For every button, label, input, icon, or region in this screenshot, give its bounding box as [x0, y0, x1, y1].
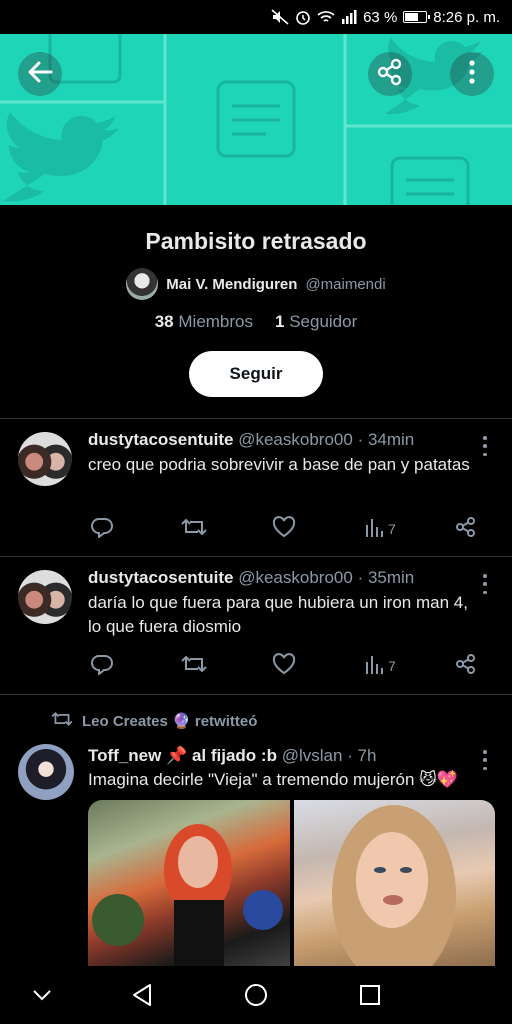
- followers-count: 1: [275, 312, 285, 331]
- share-icon: [454, 516, 478, 541]
- more-vertical-icon: [468, 59, 476, 90]
- tweet-text: creo que podria sobrevivir a base de pan…: [88, 455, 470, 474]
- followers-stat[interactable]: 1 Seguidor: [275, 312, 357, 332]
- nav-home-icon[interactable]: [244, 983, 268, 1012]
- tweet-author[interactable]: dustytacosentuite: [88, 430, 233, 449]
- tweet[interactable]: Leo Creates 🔮 retwitteó Toff_new 📌 al fi…: [0, 694, 512, 970]
- nav-back-icon[interactable]: [131, 983, 153, 1012]
- clock: 8:26 p. m.: [433, 8, 500, 26]
- follow-button[interactable]: Seguir: [189, 351, 323, 397]
- tweet-media[interactable]: [88, 800, 495, 970]
- like-button[interactable]: [272, 653, 296, 678]
- views-button[interactable]: 7: [364, 653, 396, 678]
- tweet-avatar[interactable]: [18, 432, 72, 486]
- tweet-handle: @lvslan: [281, 746, 343, 765]
- tweet-handle: @keaskobro00: [238, 568, 353, 587]
- battery-percent: 63 %: [363, 8, 398, 26]
- like-icon: [272, 516, 296, 541]
- tweet-more-button[interactable]: [482, 750, 488, 770]
- tweet-author[interactable]: dustytacosentuite: [88, 568, 233, 587]
- tweet-header: dustytacosentuite @keaskobro00 · 34min: [88, 430, 414, 450]
- tweet-actions: 7: [88, 516, 488, 540]
- nav-recents-icon[interactable]: [359, 984, 381, 1011]
- views-icon: [364, 516, 384, 541]
- tweet-handle: @keaskobro00: [238, 430, 353, 449]
- tweet-time: · 34min: [357, 430, 415, 449]
- list-title: Pambisito retrasado: [145, 228, 367, 254]
- alarm-icon: [295, 9, 311, 25]
- views-button[interactable]: 7: [364, 516, 396, 541]
- reply-button[interactable]: [90, 516, 114, 541]
- share-button[interactable]: [454, 653, 478, 678]
- tweet[interactable]: dustytacosentuite @keaskobro00 · 35min d…: [0, 556, 512, 694]
- views-count: 7: [388, 657, 396, 674]
- owner-name[interactable]: Mai V. Mendiguren: [166, 276, 297, 293]
- tweet-more-button[interactable]: [482, 436, 488, 456]
- tweet-actions: 7: [88, 653, 488, 677]
- mute-icon: [271, 9, 289, 25]
- followers-label: Seguidor: [289, 312, 358, 331]
- nav-collapse-icon[interactable]: [32, 988, 52, 1006]
- more-options-button[interactable]: [450, 52, 494, 96]
- tweet-time: · 7h: [347, 746, 377, 765]
- signal-icon: [341, 10, 357, 24]
- reply-button[interactable]: [90, 653, 114, 678]
- retweet-button[interactable]: [180, 653, 208, 678]
- views-count: 7: [388, 520, 396, 537]
- members-label: Miembros: [178, 312, 253, 331]
- tweet-time: · 35min: [357, 568, 415, 587]
- tweet-text: daría lo que fuera para que hubiera un i…: [88, 593, 468, 636]
- retweeted-by: Leo Creates 🔮 retwitteó: [82, 713, 258, 730]
- views-icon: [364, 653, 384, 678]
- tweet-avatar[interactable]: [18, 744, 74, 800]
- members-stat[interactable]: 38 Miembros: [155, 312, 253, 332]
- like-button[interactable]: [272, 516, 296, 541]
- retweet-icon: [180, 516, 208, 541]
- share-button[interactable]: [454, 516, 478, 541]
- banner-pattern: [0, 34, 512, 205]
- media-image-1[interactable]: [88, 800, 290, 970]
- retweet-context[interactable]: Leo Creates 🔮 retwitteó: [50, 710, 257, 732]
- list-stats: 38 Miembros 1 Seguidor: [0, 312, 512, 332]
- tweet-author[interactable]: Toff_new 📌 al fijado :b: [88, 746, 277, 765]
- list-banner: [0, 34, 512, 205]
- retweet-icon: [180, 653, 208, 678]
- battery-icon: [403, 11, 431, 23]
- status-bar: 63 % 8:26 p. m.: [0, 0, 512, 34]
- back-button[interactable]: [18, 52, 62, 96]
- share-icon: [376, 58, 404, 91]
- reply-icon: [90, 516, 114, 541]
- tweet-more-button[interactable]: [482, 574, 488, 594]
- system-nav-bar: [0, 966, 512, 1024]
- back-arrow-icon: [27, 61, 53, 88]
- tweet-avatar[interactable]: [18, 570, 72, 624]
- tweet-header: Toff_new 📌 al fijado :b @lvslan · 7h: [88, 746, 376, 766]
- tweet-header: dustytacosentuite @keaskobro00 · 35min: [88, 568, 414, 588]
- members-count: 38: [154, 312, 174, 331]
- owner-avatar[interactable]: [126, 268, 159, 300]
- wifi-icon: [317, 10, 335, 24]
- retweet-button[interactable]: [180, 516, 208, 541]
- media-image-2[interactable]: [293, 800, 495, 970]
- like-icon: [272, 653, 296, 678]
- list-owner[interactable]: Mai V. Mendiguren @maimendi: [0, 268, 512, 300]
- retweet-icon: [50, 710, 74, 732]
- tweet-text: Imagina decirle "Vieja" a tremendo mujer…: [88, 770, 459, 789]
- reply-icon: [90, 653, 114, 678]
- owner-handle: @maimendi: [305, 275, 386, 293]
- share-icon: [454, 653, 478, 678]
- tweet[interactable]: dustytacosentuite @keaskobro00 · 34min c…: [0, 418, 512, 556]
- share-list-button[interactable]: [368, 52, 412, 96]
